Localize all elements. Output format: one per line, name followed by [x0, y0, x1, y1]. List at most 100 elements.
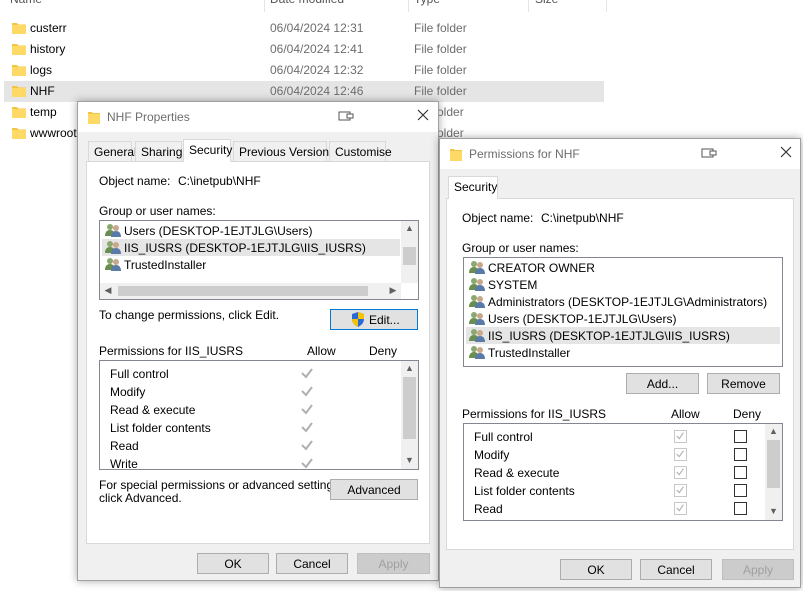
deny-checkbox[interactable]	[734, 466, 747, 479]
file-date: 06/04/2024 12:32	[270, 63, 364, 77]
permission-row: Read & execute	[110, 401, 400, 419]
tab-security[interactable]: Security	[448, 176, 498, 199]
scroll-down-icon[interactable]: ▼	[401, 455, 418, 465]
file-row[interactable]: history 06/04/2024 12:41 File folder	[4, 39, 604, 60]
list-item[interactable]: Users (DESKTOP-1EJTJLG\Users)	[102, 222, 400, 239]
special-permissions-text: click Advanced.	[99, 491, 182, 505]
scroll-up-icon[interactable]: ▲	[401, 223, 418, 233]
scroll-up-icon[interactable]: ▲	[765, 426, 782, 436]
user-group-icon	[469, 278, 485, 291]
list-item-selected[interactable]: IIS_IUSRS (DESKTOP-1EJTJLG\IIS_IUSRS)	[102, 239, 400, 256]
user-group-icon	[469, 329, 485, 342]
user-group-icon	[105, 258, 121, 271]
special-permissions-text: For special permissions or advanced sett…	[99, 478, 343, 492]
permission-row: Read	[110, 437, 400, 455]
add-button[interactable]: Add...	[626, 373, 699, 394]
file-type: File folder	[414, 21, 467, 35]
user-group-icon	[105, 224, 121, 237]
allow-header: Allow	[307, 344, 336, 358]
user-group-icon	[469, 261, 485, 274]
file-type: File folder	[414, 63, 467, 77]
permissions-list[interactable]: Full control Modify Read & execute List …	[99, 360, 419, 470]
scroll-thumb[interactable]	[403, 377, 416, 439]
deny-checkbox[interactable]	[734, 448, 747, 461]
allow-checkbox	[674, 448, 687, 461]
column-header-type[interactable]: Type	[414, 0, 440, 10]
folder-icon	[88, 112, 100, 124]
folder-icon	[12, 128, 26, 139]
column-header-name[interactable]: Name	[10, 0, 42, 10]
list-item[interactable]: Administrators (DESKTOP-1EJTJLG\Administ…	[466, 293, 780, 310]
vertical-scrollbar[interactable]: ▲ ▼	[765, 424, 782, 520]
column-separator[interactable]	[528, 0, 529, 12]
user-group-icon	[105, 241, 121, 254]
properties-titlebar[interactable]: NHF Properties	[78, 102, 438, 132]
check-icon	[301, 440, 313, 451]
file-date: 06/04/2024 12:41	[270, 42, 364, 56]
scroll-up-icon[interactable]: ▲	[401, 363, 418, 373]
list-item[interactable]: Users (DESKTOP-1EJTJLG\Users)	[466, 310, 780, 327]
file-name: NHF	[30, 84, 55, 98]
user-group-icon	[469, 346, 485, 359]
permissions-titlebar[interactable]: Permissions for NHF	[440, 139, 800, 169]
list-item[interactable]: TrustedInstaller	[102, 256, 400, 273]
list-item[interactable]: SYSTEM	[466, 276, 780, 293]
check-icon	[676, 486, 684, 494]
apply-button[interactable]: Apply	[722, 559, 794, 580]
column-separator[interactable]	[606, 0, 607, 12]
remove-button[interactable]: Remove	[707, 373, 780, 394]
check-icon	[676, 468, 684, 476]
list-item-selected[interactable]: IIS_IUSRS (DESKTOP-1EJTJLG\IIS_IUSRS)	[466, 327, 780, 344]
column-header-date[interactable]: Date modified	[270, 0, 344, 10]
tab-general[interactable]: General	[88, 141, 137, 162]
list-item[interactable]: TrustedInstaller	[466, 344, 780, 361]
column-separator[interactable]	[264, 0, 265, 12]
list-item[interactable]: CREATOR OWNER	[466, 259, 780, 276]
user-list[interactable]: Users (DESKTOP-1EJTJLG\Users) IIS_IUSRS …	[99, 220, 419, 300]
cancel-button[interactable]: Cancel	[276, 553, 348, 574]
user-name: Users (DESKTOP-1EJTJLG\Users)	[488, 312, 677, 326]
user-list[interactable]: CREATOR OWNER SYSTEM Administrators (DES…	[463, 257, 783, 367]
edit-button[interactable]: Edit...	[330, 309, 418, 330]
file-row[interactable]: logs 06/04/2024 12:32 File folder	[4, 60, 604, 81]
horizontal-scrollbar[interactable]: ◀ ▶	[100, 283, 401, 299]
permissions-list[interactable]: Full control Modify Read & execute List …	[463, 423, 783, 521]
folder-icon	[12, 65, 26, 76]
scroll-left-icon[interactable]: ◀	[100, 285, 116, 296]
properties-dialog: NHF Properties General Sharing Security …	[77, 101, 439, 581]
scroll-right-icon[interactable]: ▶	[385, 285, 401, 296]
scroll-down-icon[interactable]: ▼	[765, 506, 782, 516]
vertical-scrollbar[interactable]: ▲ ▼	[401, 361, 418, 469]
column-separator[interactable]	[408, 0, 409, 12]
file-type: File folder	[414, 42, 467, 56]
file-name: temp	[30, 105, 57, 119]
file-row[interactable]: custerr 06/04/2024 12:31 File folder	[4, 18, 604, 39]
vertical-scrollbar[interactable]: ▲	[401, 221, 418, 283]
user-name: SYSTEM	[488, 278, 538, 292]
apply-button[interactable]: Apply	[357, 553, 430, 574]
file-row-selected[interactable]: NHF 06/04/2024 12:46 File folder	[4, 81, 604, 102]
ok-button[interactable]: OK	[197, 553, 269, 574]
scroll-thumb[interactable]	[767, 440, 780, 488]
tab-security[interactable]: Security	[183, 139, 232, 162]
permission-name: Read & execute	[474, 466, 560, 480]
check-icon	[676, 432, 684, 440]
permission-row: Modify	[474, 446, 764, 464]
tab-customise[interactable]: Customise	[329, 141, 392, 162]
tab-previous-versions[interactable]: Previous Versions	[233, 141, 335, 162]
deny-checkbox[interactable]	[734, 484, 747, 497]
permission-name: List folder contents	[110, 421, 211, 435]
ok-button[interactable]: OK	[560, 559, 632, 580]
close-icon[interactable]	[415, 107, 431, 123]
scroll-thumb[interactable]	[403, 247, 416, 265]
column-header-size[interactable]: Size	[535, 0, 558, 10]
scroll-thumb[interactable]	[118, 286, 368, 296]
deny-checkbox[interactable]	[734, 430, 747, 443]
deny-checkbox[interactable]	[734, 502, 747, 515]
window-icon	[701, 148, 717, 158]
tab-sharing[interactable]: Sharing	[135, 141, 182, 162]
cancel-button[interactable]: Cancel	[640, 559, 712, 580]
close-icon[interactable]	[778, 144, 794, 160]
user-name: Administrators (DESKTOP-1EJTJLG\Administ…	[488, 295, 768, 309]
advanced-button[interactable]: Advanced	[330, 479, 418, 500]
